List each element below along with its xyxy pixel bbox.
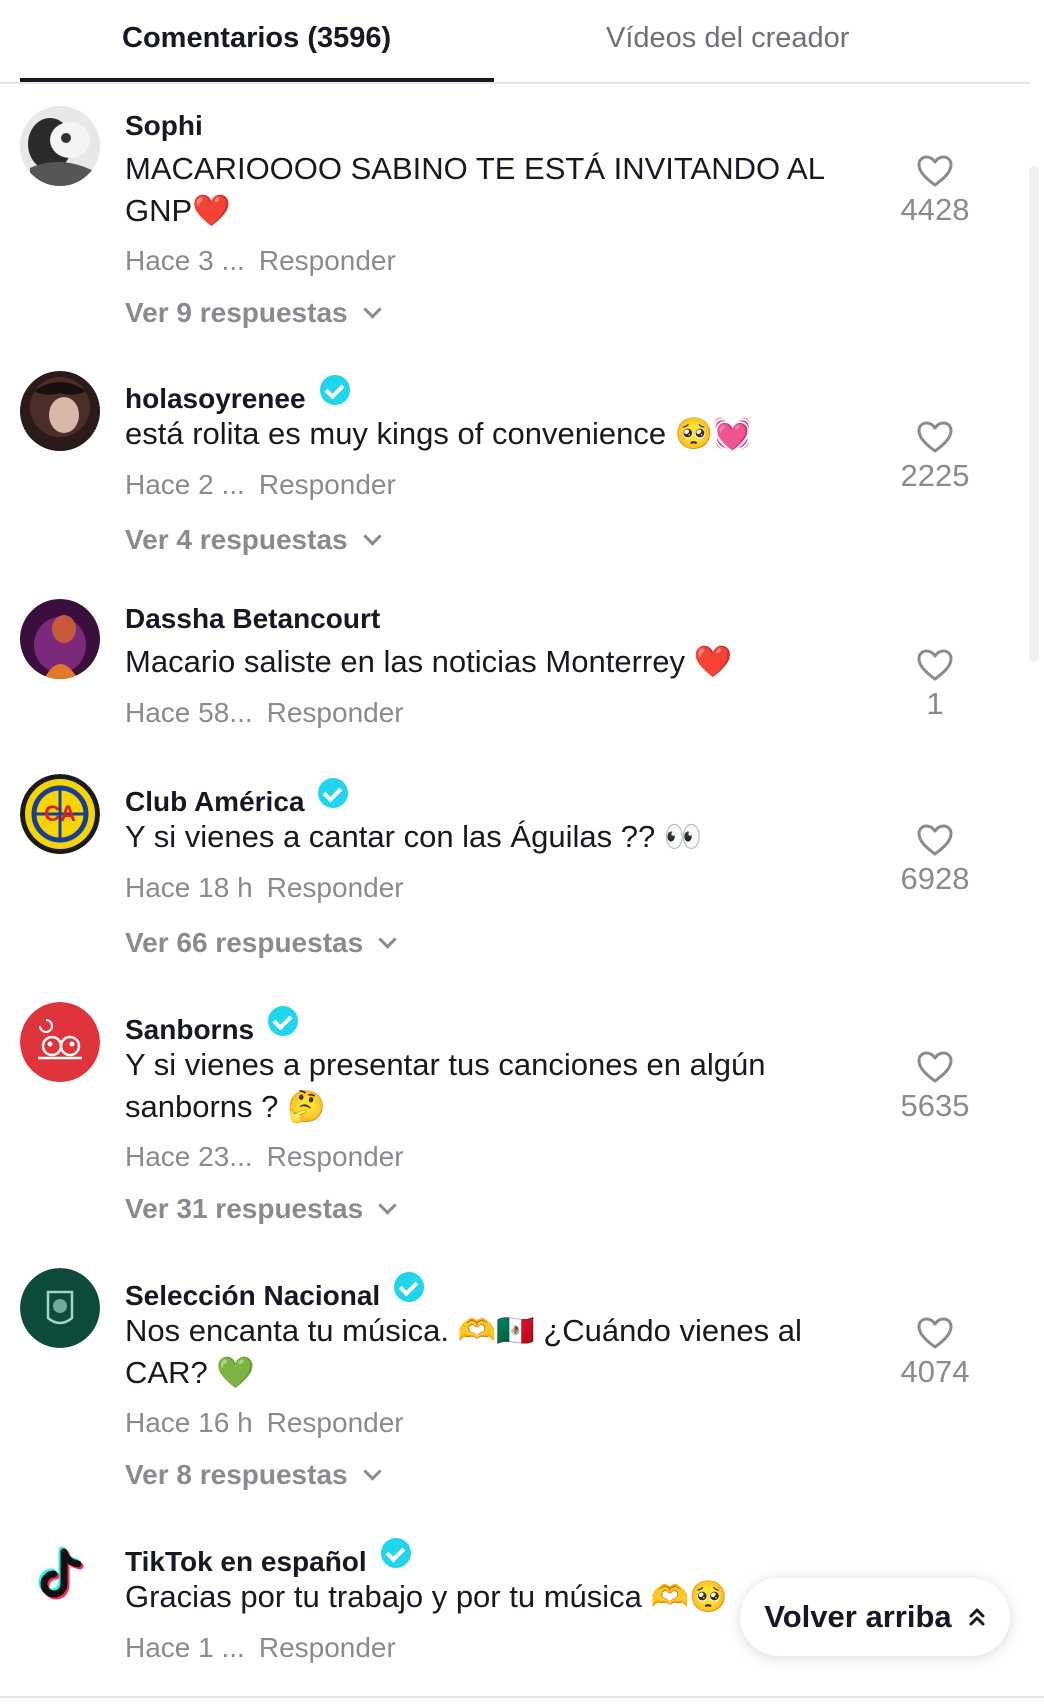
like-button[interactable]: 4074 xyxy=(880,1316,990,1390)
comment-text: Y si vienes a presentar tus canciones en… xyxy=(125,1047,766,1124)
view-replies-label: Ver 4 respuestas xyxy=(125,524,348,555)
verified-badge-icon xyxy=(318,778,349,808)
author-name: Sanborns xyxy=(125,1014,255,1045)
comment-time: Hace 58... xyxy=(125,697,253,728)
comment-meta: Hace 16 h Responder xyxy=(125,1407,404,1439)
comment-meta: Hace 23... Responder xyxy=(125,1141,404,1173)
like-count: 2225 xyxy=(900,458,970,493)
author-name: Dassha Betancourt xyxy=(125,603,381,634)
reply-button[interactable]: Responder xyxy=(267,697,404,728)
heart-icon xyxy=(917,824,953,856)
view-replies-button[interactable]: Ver 31 respuestas xyxy=(125,1193,397,1225)
avatar[interactable] xyxy=(20,106,100,186)
like-count: 4428 xyxy=(900,192,970,227)
comment-author[interactable]: Dassha Betancourt xyxy=(125,603,380,635)
tab-creator-videos[interactable]: Vídeos del creador xyxy=(606,22,849,55)
comment-text: Macario saliste en las noticias Monterre… xyxy=(125,644,733,679)
chevron-down-icon xyxy=(378,930,397,949)
like-count: 5635 xyxy=(900,1088,970,1123)
like-button[interactable]: 2225 xyxy=(880,420,990,494)
back-to-top-label: Volver arriba xyxy=(764,1599,952,1634)
double-chevron-up-icon xyxy=(969,1608,985,1626)
comment-time: Hace 18 h xyxy=(125,872,253,903)
comment-author[interactable]: Sanborns xyxy=(125,1006,299,1046)
view-replies-button[interactable]: Ver 4 respuestas xyxy=(125,524,382,556)
like-count: 6928 xyxy=(900,861,970,896)
heart-icon xyxy=(917,1317,953,1349)
author-name: TikTok en español xyxy=(125,1546,367,1577)
scrollbar[interactable] xyxy=(1029,166,1039,662)
chevron-down-icon xyxy=(362,1462,382,1481)
verified-badge-icon xyxy=(319,375,350,405)
author-name: holasoyrenee xyxy=(125,383,306,414)
verified-badge-icon xyxy=(394,1272,425,1302)
comment-author[interactable]: Club América xyxy=(125,778,349,818)
heart-icon xyxy=(917,649,953,681)
like-button[interactable]: 1 xyxy=(880,648,990,722)
divider xyxy=(0,1696,1044,1698)
reply-button[interactable]: Responder xyxy=(259,469,396,500)
reply-button[interactable]: Responder xyxy=(267,1407,404,1438)
comment-author[interactable]: holasoyrenee xyxy=(125,375,350,415)
chevron-down-icon xyxy=(378,1196,397,1215)
comment-time: Hace 2 ... xyxy=(125,469,245,500)
comment-meta: Hace 3 ... Responder xyxy=(125,245,396,277)
view-replies-label: Ver 66 respuestas xyxy=(125,927,364,958)
comment-time: Hace 1 ... xyxy=(125,1632,245,1663)
comment-meta: Hace 1 ... Responder xyxy=(125,1632,396,1664)
view-replies-button[interactable]: Ver 9 respuestas xyxy=(125,297,382,329)
comment-time: Hace 3 ... xyxy=(125,245,245,276)
chevron-down-icon xyxy=(362,527,382,546)
comment-author[interactable]: Sophi xyxy=(125,110,203,142)
comment-time: Hace 23... xyxy=(125,1141,253,1172)
comment-author[interactable]: TikTok en español xyxy=(125,1538,411,1578)
avatar[interactable] xyxy=(20,1002,100,1082)
view-replies-button[interactable]: Ver 66 respuestas xyxy=(125,927,397,959)
tiktok-logo-icon xyxy=(38,1546,84,1600)
back-to-top-button[interactable]: Volver arriba xyxy=(740,1578,1010,1656)
comment-author[interactable]: Selección Nacional xyxy=(125,1272,425,1312)
view-replies-label: Ver 31 respuestas xyxy=(125,1193,364,1224)
author-name: Selección Nacional xyxy=(125,1280,381,1311)
like-count: 4074 xyxy=(900,1354,970,1389)
comment-meta: Hace 2 ... Responder xyxy=(125,469,396,501)
tab-comments[interactable]: Comentarios (3596) xyxy=(122,22,391,55)
comment-tabs: Comentarios (3596) Vídeos del creador xyxy=(0,0,1030,84)
active-tab-indicator xyxy=(20,78,494,82)
chevron-down-icon xyxy=(362,300,382,319)
heart-icon xyxy=(917,421,953,453)
avatar[interactable] xyxy=(20,599,100,679)
like-button[interactable]: 5635 xyxy=(880,1050,990,1124)
reply-button[interactable]: Responder xyxy=(259,1632,396,1663)
avatar[interactable] xyxy=(20,1268,100,1348)
like-count: 1 xyxy=(926,686,944,721)
avatar[interactable] xyxy=(20,371,100,451)
like-button[interactable]: 6928 xyxy=(880,823,990,897)
view-replies-button[interactable]: Ver 8 respuestas xyxy=(125,1459,382,1491)
reply-button[interactable]: Responder xyxy=(267,872,404,903)
verified-badge-icon xyxy=(268,1006,299,1036)
comment-text: Y si vienes a cantar con las Águilas ?? … xyxy=(125,819,703,854)
author-name: Sophi xyxy=(125,110,203,141)
comment-text: está rolita es muy kings of convenience … xyxy=(125,416,752,451)
comment-time: Hace 16 h xyxy=(125,1407,253,1438)
svg-text:CA: CA xyxy=(44,801,76,826)
avatar[interactable]: CA xyxy=(20,774,100,854)
author-name: Club América xyxy=(125,786,305,817)
reply-button[interactable]: Responder xyxy=(267,1141,404,1172)
view-replies-label: Ver 9 respuestas xyxy=(125,297,348,328)
verified-badge-icon xyxy=(380,1538,411,1568)
comment-text: MACARIOOOO SABINO TE ESTÁ INVITANDO AL G… xyxy=(125,151,824,228)
reply-button[interactable]: Responder xyxy=(259,245,396,276)
avatar[interactable] xyxy=(20,1534,100,1614)
comment-meta: Hace 18 h Responder xyxy=(125,872,404,904)
heart-icon xyxy=(917,155,953,187)
comment-meta: Hace 58... Responder xyxy=(125,697,404,729)
view-replies-label: Ver 8 respuestas xyxy=(125,1459,348,1490)
comment-text: Nos encanta tu música. 🫶🇲🇽 ¿Cuándo viene… xyxy=(125,1313,802,1390)
like-button[interactable]: 4428 xyxy=(880,154,990,228)
heart-icon xyxy=(917,1051,953,1083)
